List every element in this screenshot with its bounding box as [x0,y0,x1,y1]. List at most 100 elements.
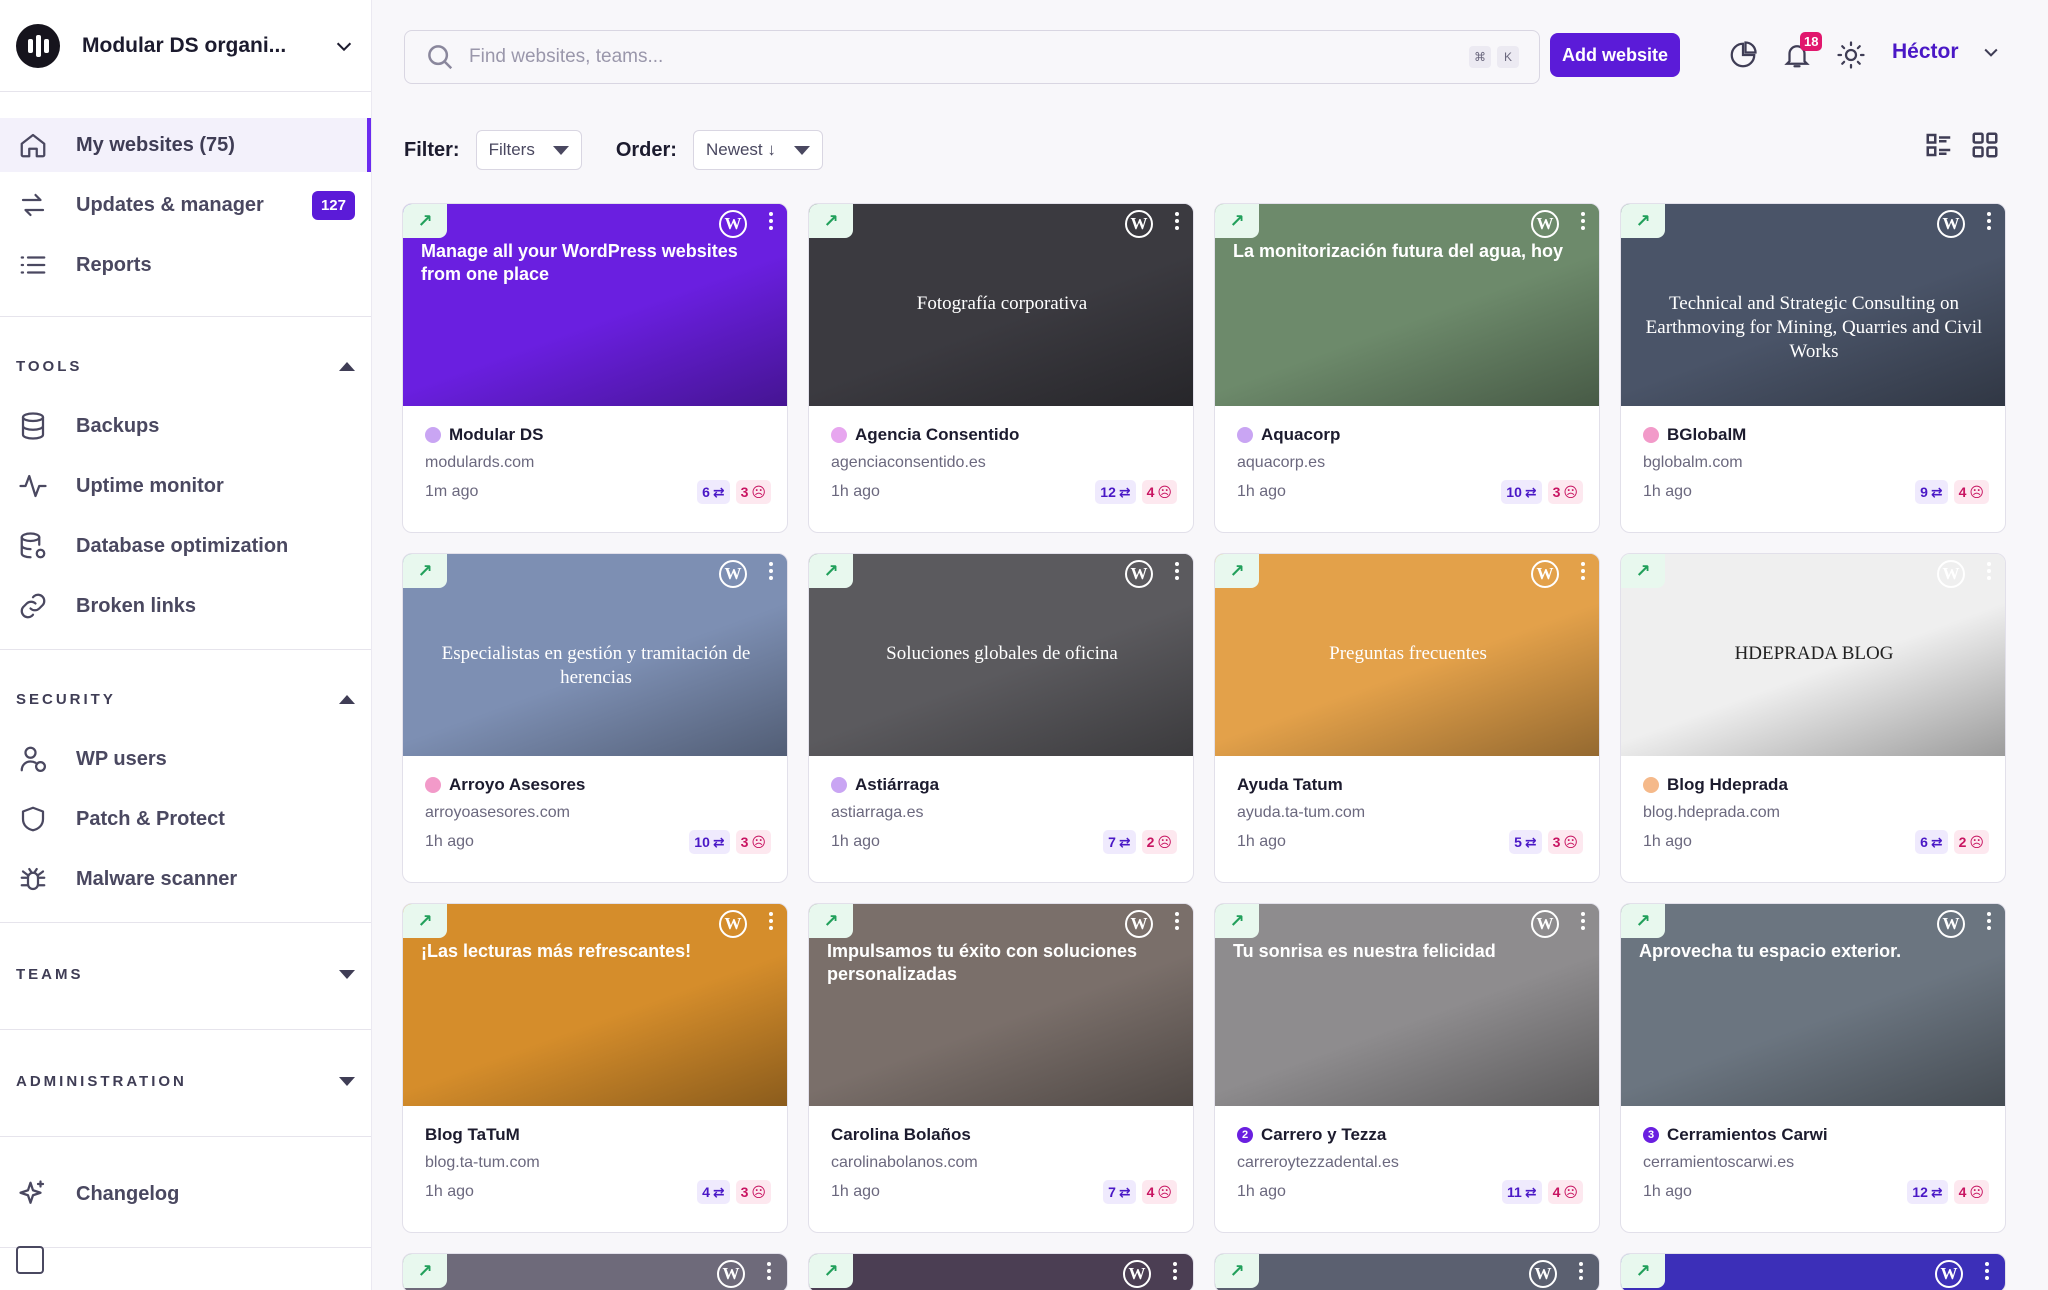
nav-item-wp-users[interactable]: WP users [0,732,371,786]
nav-item-my-websites[interactable]: My websites (75) [0,118,371,172]
more-options-icon[interactable] [1581,562,1585,580]
updates-chip[interactable]: 5 ⇄ [1509,830,1542,854]
updates-chip[interactable]: 11 ⇄ [1502,1180,1542,1204]
site-name[interactable]: Modular DS [449,425,543,445]
open-external-icon[interactable]: ↗ [809,204,853,238]
more-options-icon[interactable] [1987,562,1991,580]
pie-chart-icon[interactable] [1726,38,1760,72]
updates-chip[interactable]: 10 ⇄ [1501,480,1542,504]
open-external-icon[interactable]: ↗ [1621,554,1665,588]
website-card[interactable]: ¡Las lecturas más refrescantes! ↗ W Blog… [402,903,788,1233]
vulnerabilities-chip[interactable]: 4 ☹ [1141,480,1177,504]
updates-chip[interactable]: 6 ⇄ [1915,830,1948,854]
bell-icon[interactable]: 18 [1780,32,1823,72]
updates-chip[interactable]: 7 ⇄ [1103,830,1136,854]
website-card[interactable]: Soluciones globales de oficina ↗ W Astiá… [808,553,1194,883]
updates-chip[interactable]: 7 ⇄ [1103,1180,1136,1204]
open-external-icon[interactable]: ↗ [1215,204,1259,238]
vulnerabilities-chip[interactable]: 3 ☹ [1547,480,1583,504]
grid-view-icon[interactable] [1970,130,2000,160]
more-options-icon[interactable] [1175,212,1179,230]
more-options-icon[interactable] [1173,1262,1177,1280]
site-name[interactable]: Blog Hdeprada [1667,775,1788,795]
filters-select[interactable]: Filters [475,130,582,170]
more-options-icon[interactable] [1579,1262,1583,1280]
site-screenshot[interactable]: Soluciones globales de oficina ↗ W [809,554,1193,756]
order-select[interactable]: Newest ↓ [692,130,823,170]
teams-header[interactable]: TEAMS [0,959,371,989]
website-card[interactable]: Especialistas en gestión y tramitación d… [402,553,788,883]
site-name[interactable]: Arroyo Asesores [449,775,585,795]
site-name[interactable]: Carolina Bolaños [831,1125,971,1145]
website-card[interactable]: Preguntas frecuentes ↗ W Ayuda Tatum ayu… [1214,553,1600,883]
security-header[interactable]: SECURITY [0,684,371,714]
more-options-icon[interactable] [769,562,773,580]
more-options-icon[interactable] [1581,912,1585,930]
user-menu[interactable]: Héctor [1892,40,2001,64]
sun-icon[interactable] [1834,38,1868,72]
website-card[interactable]: Fotografía corporativa ↗ W Agencia Conse… [808,203,1194,533]
website-card[interactable]: Aprovecha tu espacio exterior. ↗ W 3 Cerr… [1620,903,2006,1233]
site-screenshot[interactable]: Tu sonrisa es nuestra felicidad ↗ W [1215,904,1599,1106]
tools-header[interactable]: TOOLS [0,351,371,381]
website-card[interactable]: HDEPRADA BLOG ↗ W Blog Hdeprada blog.hde… [1620,553,2006,883]
chevron-down-icon[interactable] [333,35,355,57]
open-external-icon[interactable]: ↗ [809,904,853,938]
administration-header[interactable]: ADMINISTRATION [0,1066,371,1096]
nav-item-uptime[interactable]: Uptime monitor [0,459,371,513]
site-name[interactable]: Agencia Consentido [855,425,1019,445]
open-external-icon[interactable]: ↗ [1215,904,1259,938]
nav-item-db-optimization[interactable]: Database optimization [0,519,371,573]
org-switcher[interactable]: Modular DS organi... [0,0,371,92]
site-screenshot[interactable]: HDEPRADA BLOG ↗ W [1621,554,2005,756]
vulnerabilities-chip[interactable]: 3 ☹ [1547,830,1583,854]
vulnerabilities-chip[interactable]: 3 ☹ [735,830,771,854]
site-name[interactable]: BGlobalM [1667,425,1746,445]
search-input[interactable]: Find websites, teams... ⌘ K [404,30,1540,84]
website-card[interactable]: Technical and Strategic Consulting on Ea… [1620,203,2006,533]
nav-item-patch-protect[interactable]: Patch & Protect [0,792,371,846]
open-external-icon[interactable]: ↗ [403,554,447,588]
site-screenshot[interactable]: Technical and Strategic Consulting on Ea… [1621,204,2005,406]
more-options-icon[interactable] [1581,212,1585,230]
vulnerabilities-chip[interactable]: 4 ☹ [1953,480,1989,504]
site-screenshot[interactable]: Especialistas en gestión y tramitación d… [403,554,787,756]
more-options-icon[interactable] [1175,562,1179,580]
open-external-icon[interactable]: ↗ [403,1254,447,1288]
open-external-icon[interactable]: ↗ [1621,204,1665,238]
site-name[interactable]: Ayuda Tatum [1237,775,1343,795]
site-name[interactable]: Aquacorp [1261,425,1340,445]
website-card[interactable]: Manage all your WordPress websites from … [402,203,788,533]
open-external-icon[interactable]: ↗ [1215,1254,1259,1288]
list-view-icon[interactable] [1924,130,1954,160]
site-screenshot[interactable]: Fotografía corporativa ↗ W [809,204,1193,406]
website-card-partial[interactable]: ↗ W [808,1253,1194,1290]
vulnerabilities-chip[interactable]: 4 ☹ [1953,1180,1989,1204]
website-card[interactable]: Impulsamos tu éxito con soluciones perso… [808,903,1194,1233]
open-external-icon[interactable]: ↗ [403,904,447,938]
updates-chip[interactable]: 12 ⇄ [1095,480,1136,504]
more-options-icon[interactable] [1987,912,1991,930]
open-external-icon[interactable]: ↗ [1215,554,1259,588]
nav-item-reports[interactable]: Reports [0,238,371,292]
more-options-icon[interactable] [1985,1262,1989,1280]
site-screenshot[interactable]: Aprovecha tu espacio exterior. ↗ W [1621,904,2005,1106]
more-options-icon[interactable] [767,1262,771,1280]
vulnerabilities-chip[interactable]: 2 ☹ [1953,830,1989,854]
site-screenshot[interactable]: La monitorización futura del agua, hoy ↗… [1215,204,1599,406]
site-name[interactable]: Blog TaTuM [425,1125,520,1145]
site-name[interactable]: Cerramientos Carwi [1667,1125,1828,1145]
open-external-icon[interactable]: ↗ [1621,1254,1665,1288]
nav-item-updates[interactable]: Updates & manager 127 [0,178,371,232]
nav-item-changelog[interactable]: Changelog [0,1167,371,1221]
site-name[interactable]: Astiárraga [855,775,939,795]
nav-item-broken-links[interactable]: Broken links [0,579,371,633]
updates-chip[interactable]: 9 ⇄ [1915,480,1948,504]
open-external-icon[interactable]: ↗ [809,554,853,588]
open-external-icon[interactable]: ↗ [809,1254,853,1288]
vulnerabilities-chip[interactable]: 4 ☹ [1547,1180,1583,1204]
website-card[interactable]: La monitorización futura del agua, hoy ↗… [1214,203,1600,533]
updates-chip[interactable]: 12 ⇄ [1907,1180,1948,1204]
website-card-partial[interactable]: ↗ W [1620,1253,2006,1290]
collapse-sidebar-icon[interactable] [16,1246,44,1274]
